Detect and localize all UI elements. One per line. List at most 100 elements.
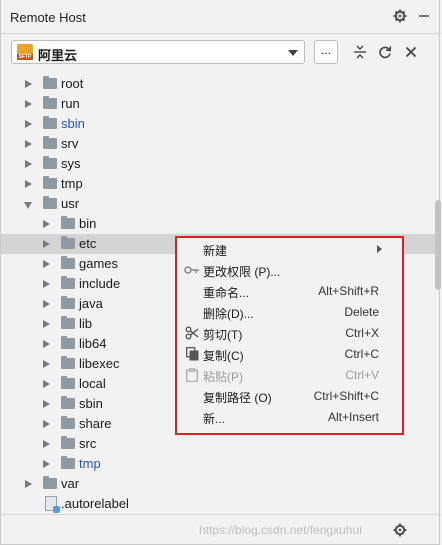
tree-item-label: run [61, 96, 80, 111]
chevron-right-icon[interactable] [25, 100, 32, 108]
chevron-right-icon[interactable] [43, 320, 50, 328]
chevron-right-icon[interactable] [43, 220, 50, 228]
collapse-all-icon[interactable] [352, 44, 368, 60]
tree-item-label: sbin [61, 116, 85, 131]
tree-item-label: lib64 [79, 336, 107, 351]
menu-item-shortcut: Ctrl+V [345, 368, 379, 382]
tree-item-label: games [79, 256, 119, 271]
folder-icon [61, 276, 75, 289]
menu-item-label: 新建 [203, 244, 228, 258]
gear-icon[interactable] [391, 7, 409, 25]
tree-item-run[interactable]: run [1, 94, 441, 114]
scrollbar-thumb[interactable] [435, 200, 441, 290]
menu-item-label: 更改权限 (P)... [203, 265, 281, 279]
menu-item-copy-path[interactable]: 复制路径 (O) Ctrl+Shift+C [177, 386, 402, 407]
chevron-down-icon[interactable] [24, 202, 32, 209]
folder-icon [61, 216, 75, 229]
tree-item-label: usr [61, 196, 80, 211]
tree-item-label: tmp [61, 176, 83, 191]
panel-title: Remote Host [10, 10, 86, 25]
chevron-right-icon[interactable] [43, 380, 50, 388]
menu-item-shortcut: Alt+Shift+R [318, 284, 379, 298]
chevron-right-icon[interactable] [43, 400, 50, 408]
menu-item-cut[interactable]: 剪切(T) Ctrl+X [177, 323, 402, 344]
folder-icon [61, 256, 75, 269]
tree-item-label: etc [79, 236, 97, 251]
host-name: 阿里云 [38, 48, 78, 63]
tree-item-label: include [79, 276, 121, 291]
menu-item-new-other[interactable]: 新... Alt+Insert [177, 407, 402, 428]
menu-item-label: 删除(D)... [203, 307, 254, 321]
chevron-right-icon[interactable] [43, 260, 50, 268]
folder-icon [43, 196, 57, 209]
toolbar: SFTP 阿里云 ... [1, 34, 441, 72]
menu-item-delete[interactable]: 删除(D)... Delete [177, 302, 402, 323]
file-icon [45, 496, 60, 513]
tree-item-sbin[interactable]: sbin [1, 114, 441, 134]
tree-item-bin[interactable]: bin [1, 214, 441, 234]
menu-item-label: 剪切(T) [203, 328, 243, 342]
tree-item-srv[interactable]: srv [1, 134, 441, 154]
panel-header: Remote Host [1, 0, 441, 34]
chevron-right-icon[interactable] [43, 440, 50, 448]
tree-item-label: root [61, 76, 84, 91]
tree-item-root[interactable]: root [1, 74, 441, 94]
folder-icon [43, 176, 57, 189]
gear-icon[interactable] [391, 521, 409, 539]
tree-item-label: share [79, 416, 112, 431]
tree-item-label: local [79, 376, 106, 391]
chevron-right-icon[interactable] [43, 420, 50, 428]
menu-item-copy[interactable]: 复制(C) Ctrl+C [177, 344, 402, 365]
menu-item-rename[interactable]: 重命名... Alt+Shift+R [177, 281, 402, 302]
chevron-right-icon[interactable] [25, 120, 32, 128]
chevron-right-icon[interactable] [25, 80, 32, 88]
chevron-right-icon[interactable] [43, 460, 50, 468]
status-bar: https://blog.csdn.net/fengxuhui [1, 514, 441, 545]
folder-icon [61, 436, 75, 449]
folder-icon [61, 236, 75, 249]
chevron-right-icon[interactable] [25, 160, 32, 168]
menu-item-shortcut: Ctrl+Shift+C [313, 389, 379, 403]
browse-button[interactable]: ... [314, 40, 338, 64]
menu-item-paste[interactable]: 粘贴(P) Ctrl+V [177, 365, 402, 386]
chevron-right-icon[interactable] [43, 300, 50, 308]
scissors-icon [184, 326, 200, 340]
copy-icon [184, 347, 200, 361]
tree-item-label: src [79, 436, 97, 451]
menu-item-change-permissions[interactable]: 更改权限 (P)... [177, 260, 402, 281]
tree-item-label: srv [61, 136, 79, 151]
chevron-right-icon[interactable] [43, 280, 50, 288]
tree-item-var[interactable]: var [1, 474, 441, 494]
folder-icon [61, 336, 75, 349]
host-select[interactable]: SFTP 阿里云 [11, 40, 305, 64]
menu-item-label: 新... [203, 412, 226, 426]
folder-link-icon [61, 456, 75, 469]
menu-item-new[interactable]: 新建 [177, 239, 402, 260]
chevron-right-icon[interactable] [25, 480, 32, 488]
close-icon[interactable] [403, 44, 419, 60]
key-icon [184, 263, 200, 277]
chevron-right-icon[interactable] [43, 340, 50, 348]
chevron-right-icon[interactable] [25, 140, 32, 148]
tree-item-label: var [61, 476, 80, 491]
tree-item-src[interactable]: src [1, 434, 441, 454]
folder-icon [61, 316, 75, 329]
chevron-right-icon[interactable] [43, 360, 50, 368]
folder-icon [43, 476, 57, 489]
tree-item-usr[interactable]: usr [1, 194, 441, 214]
tree-item-sys[interactable]: sys [1, 154, 441, 174]
tree-item-label: java [79, 296, 103, 311]
tree-item-autorelabel[interactable]: .autorelabel [1, 494, 441, 514]
menu-item-shortcut: Delete [344, 305, 379, 319]
chevron-right-icon[interactable] [25, 180, 32, 188]
chevron-right-icon [377, 245, 382, 253]
tree-item-usr-tmp[interactable]: tmp [1, 454, 441, 474]
minimize-icon[interactable] [415, 7, 433, 25]
menu-item-label: 粘贴(P) [203, 370, 243, 384]
menu-item-label: 复制路径 (O) [203, 391, 272, 405]
chevron-right-icon[interactable] [43, 240, 50, 248]
tree-item-label: .autorelabel [61, 496, 129, 511]
refresh-icon[interactable] [377, 44, 393, 60]
context-menu: 新建 更改权限 (P)... 重命名... Alt+Shift+R 删除(D).… [175, 236, 404, 435]
tree-item-tmp[interactable]: tmp [1, 174, 441, 194]
